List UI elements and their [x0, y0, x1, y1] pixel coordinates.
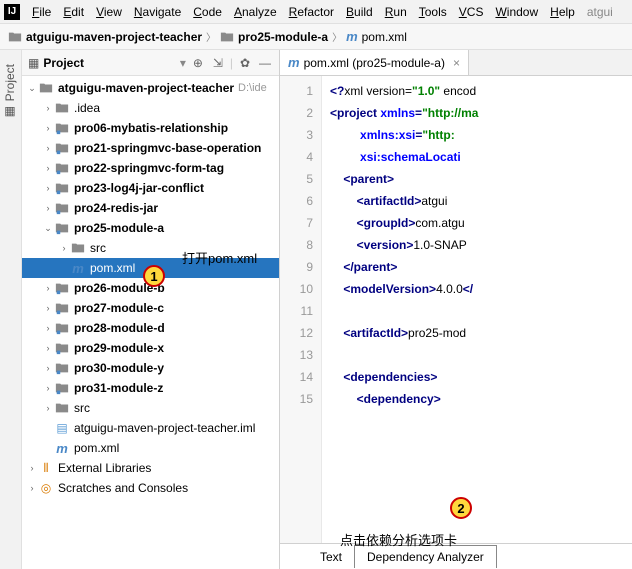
menu-analyze[interactable]: Analyze [228, 3, 283, 21]
chevron-right-icon: 〉 [332, 29, 342, 44]
menu-bar: IJ FileEditViewNavigateCodeAnalyzeRefact… [0, 0, 632, 24]
folder-icon [220, 30, 234, 44]
project-tool-tab[interactable]: ▦ Project [0, 60, 20, 123]
code-editor[interactable]: <?xml version="1.0" encod<project xmlns=… [322, 76, 632, 543]
tree-item[interactable]: ›pro22-springmvc-form-tag [22, 158, 279, 178]
menu-build[interactable]: Build [340, 3, 379, 21]
tree-item[interactable]: ›pro28-module-d [22, 318, 279, 338]
maven-icon: m [72, 261, 84, 276]
project-icon: ▦ [28, 56, 39, 70]
left-tool-strip: ▦ Project [0, 50, 22, 569]
library-icon: ⫴ [38, 461, 54, 476]
tree-external-libs[interactable]: › ⫴ External Libraries [22, 458, 279, 478]
editor-area: m pom.xml (pro25-module-a) × 12345678910… [280, 50, 632, 569]
app-icon: IJ [4, 4, 20, 20]
tree-item[interactable]: ▤atguigu-maven-project-teacher.iml [22, 418, 279, 438]
callout-1-text: 打开pom.xml [182, 248, 257, 267]
tree-item[interactable]: ⌄pro25-module-a [22, 218, 279, 238]
menu-help[interactable]: Help [544, 3, 581, 21]
menu-file[interactable]: File [26, 3, 57, 21]
maven-icon: m [288, 55, 300, 70]
menu-tools[interactable]: Tools [413, 3, 453, 21]
scratches-icon: ◎ [38, 481, 54, 495]
callout-1: 1 [143, 265, 165, 287]
menu-run[interactable]: Run [379, 3, 413, 21]
hide-icon[interactable]: — [257, 55, 273, 71]
tree-root[interactable]: ⌄ atguigu-maven-project-teacher D:\ide [22, 78, 279, 98]
menu-refactor[interactable]: Refactor [283, 3, 340, 21]
maven-icon: m [346, 29, 358, 44]
tree-item[interactable]: mpom.xml [22, 438, 279, 458]
project-tree[interactable]: ⌄ atguigu-maven-project-teacher D:\ide ›… [22, 76, 279, 569]
folder-icon [8, 30, 22, 44]
tree-item[interactable]: ›pro29-module-x [22, 338, 279, 358]
project-panel: ▦ Project ▾ ⊕ ⇲ | ✿ — ⌄ atguigu-maven-pr… [22, 50, 280, 569]
close-icon[interactable]: × [453, 56, 460, 70]
dropdown-icon[interactable]: ▾ [180, 56, 186, 70]
target-icon[interactable]: ⊕ [190, 55, 206, 71]
panel-header: ▦ Project ▾ ⊕ ⇲ | ✿ — [22, 50, 279, 76]
callout-2: 2 [450, 497, 472, 519]
editor-tab[interactable]: m pom.xml (pro25-module-a) × [280, 50, 469, 75]
breadcrumb-module[interactable]: pro25-module-a [238, 30, 328, 44]
tree-item[interactable]: ›pro24-redis-jar [22, 198, 279, 218]
tree-item[interactable]: ›src [22, 398, 279, 418]
editor-tab-bar: m pom.xml (pro25-module-a) × [280, 50, 632, 76]
menu-window[interactable]: Window [489, 3, 544, 21]
menu-navigate[interactable]: Navigate [128, 3, 187, 21]
tree-item[interactable]: ›.idea [22, 98, 279, 118]
breadcrumb-root[interactable]: atguigu-maven-project-teacher [26, 30, 202, 44]
callout-2-text: 点击依赖分析选项卡 [340, 530, 457, 549]
menu-edit[interactable]: Edit [57, 3, 90, 21]
tree-scratches[interactable]: › ◎ Scratches and Consoles [22, 478, 279, 498]
breadcrumb-file[interactable]: pom.xml [362, 30, 407, 44]
iml-icon: ▤ [56, 421, 67, 435]
gutter: 123456789101112131415 [280, 76, 322, 543]
tree-item[interactable]: ›pro06-mybatis-relationship [22, 118, 279, 138]
tree-item[interactable]: ›pro30-module-y [22, 358, 279, 378]
menu-code[interactable]: Code [187, 3, 228, 21]
project-hint: atgui [587, 5, 613, 19]
maven-icon: m [56, 441, 68, 456]
menu-vcs[interactable]: VCS [453, 3, 490, 21]
tree-item[interactable]: ›pro31-module-z [22, 378, 279, 398]
panel-title: Project [43, 56, 176, 70]
tree-item[interactable]: ›pro23-log4j-jar-conflict [22, 178, 279, 198]
expand-icon[interactable]: ⇲ [210, 55, 226, 71]
breadcrumb-bar: atguigu-maven-project-teacher 〉 pro25-mo… [0, 24, 632, 50]
gear-icon[interactable]: ✿ [237, 55, 253, 71]
menu-view[interactable]: View [90, 3, 128, 21]
chevron-right-icon: 〉 [206, 29, 216, 44]
tree-item[interactable]: ›pro21-springmvc-base-operation [22, 138, 279, 158]
tree-item[interactable]: ›pro27-module-c [22, 298, 279, 318]
project-icon: ▦ [3, 105, 17, 119]
